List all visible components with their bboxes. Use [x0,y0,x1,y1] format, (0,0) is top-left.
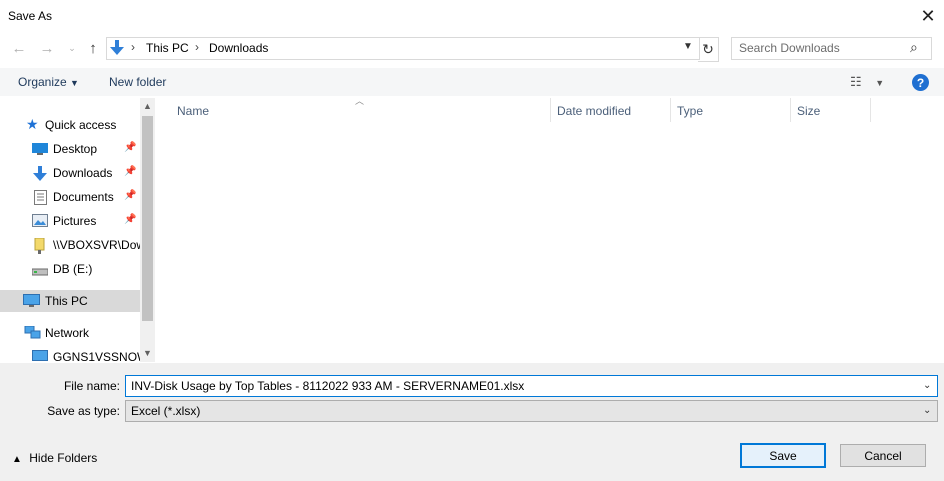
help-button[interactable]: ? [912,74,929,91]
search-placeholder: Search Downloads [739,41,840,55]
downloads-icon [33,166,47,185]
column-header-size[interactable]: Size [797,104,820,118]
nav-label: Desktop [53,142,98,156]
cancel-button[interactable]: Cancel [840,444,926,467]
arrow-right-icon: → [39,39,55,57]
view-options-button[interactable]: ☷ ▼ [850,74,884,90]
nav-this-pc[interactable]: This PC [0,290,140,312]
save-as-type-select[interactable]: Excel (*.xlsx) ⌄ [125,400,938,422]
organize-button[interactable]: Organize ▼ [18,75,79,89]
back-button[interactable]: ← [9,38,29,58]
address-bar[interactable]: › This PC › Downloads ▼ [106,37,700,60]
nav-network[interactable]: Network [0,322,138,344]
window-title: Save As [8,9,53,23]
save-as-type-value: Excel (*.xlsx) [131,404,201,418]
nav-label: Documents [53,190,114,204]
search-icon: ⌕ [910,39,918,55]
file-list[interactable] [157,98,944,362]
pin-icon: 📌 [124,166,137,177]
pictures-icon [32,214,48,230]
caret-down-icon: ▼ [70,78,79,88]
command-bar: Organize ▼ New folder ☷ ▼ [0,68,944,96]
breadcrumb-downloads[interactable]: Downloads [209,41,268,55]
organize-label: Organize [18,75,67,89]
downloads-icon [110,40,124,59]
pin-icon: 📌 [124,190,137,201]
close-button[interactable]: ✕ [916,4,940,28]
breadcrumb-this-pc[interactable]: This PC [146,41,189,55]
column-divider[interactable] [870,98,871,122]
column-header-name[interactable]: Name [177,104,209,118]
nav-item-drive-e[interactable]: DB (E:) [0,258,138,280]
nav-label: DB (E:) [53,262,93,276]
arrow-up-icon: ↑ [89,39,97,57]
file-name-label: File name: [63,379,120,393]
chevron-down-icon: ⌄ [923,405,932,416]
details-view-icon: ☷ [850,74,862,89]
nav-item-network-share[interactable]: \\VBOXSVR\Dow [0,234,145,257]
file-name-input[interactable]: INV-Disk Usage by Top Tables - 8112022 9… [125,375,938,397]
nav-item-pictures[interactable]: Pictures 📌 [0,210,138,232]
chevron-down-icon[interactable]: ⌄ [923,380,931,391]
save-button[interactable]: Save [740,443,826,468]
save-as-type-label: Save as type: [47,404,120,418]
pin-icon: 📌 [124,214,137,225]
nav-label: Network [45,326,90,340]
forward-button[interactable]: → [37,38,57,58]
star-icon: ★ [26,116,39,132]
chevron-up-icon: ▲ [12,454,22,465]
drive-icon [31,265,49,279]
breadcrumb-separator-icon: › [195,40,199,54]
nav-label: GGNS1VSSNOW [53,350,149,362]
nav-label: Quick access [45,118,117,132]
nav-quick-access[interactable]: ★ Quick access [0,114,138,136]
network-icon [24,325,41,343]
arrow-left-icon: ← [11,39,27,57]
column-header-type[interactable]: Type [677,104,703,118]
recent-locations-button[interactable]: ⌄ [62,38,82,58]
desktop-icon [32,142,48,159]
column-divider[interactable] [790,98,791,122]
sort-ascending-icon: ︿ [355,96,365,106]
nav-item-desktop[interactable]: Desktop 📌 [0,138,138,160]
hide-folders-label: Hide Folders [29,451,98,465]
column-header-date-modified[interactable]: Date modified [557,104,631,118]
column-divider[interactable] [670,98,671,122]
hide-folders-button[interactable]: ▲ Hide Folders [12,451,97,465]
nav-label: \\VBOXSVR\Dow [53,238,146,252]
nav-item-downloads[interactable]: Downloads 📌 [0,162,138,184]
column-divider[interactable] [550,98,551,122]
computer-icon [32,350,48,362]
chevron-down-icon: ⌄ [68,42,76,53]
close-icon: ✕ [920,5,936,26]
file-name-value: INV-Disk Usage by Top Tables - 8112022 9… [131,379,525,393]
nav-label: Pictures [53,214,97,228]
computer-icon [23,294,40,311]
new-folder-button[interactable]: New folder [109,75,166,89]
scroll-up-icon[interactable]: ▲ [140,101,155,116]
documents-icon [34,190,47,208]
nav-network-computer[interactable]: GGNS1VSSNOW [0,346,148,362]
navigation-pane: ★ Quick access Desktop 📌 Downloads 📌 Doc… [0,98,156,362]
nav-item-documents[interactable]: Documents 📌 [0,186,138,208]
refresh-icon: ↻ [702,41,714,57]
address-dropdown-icon[interactable]: ▼ [683,41,693,52]
nav-scrollbar-thumb[interactable] [142,116,153,321]
nav-label: This PC [45,294,88,308]
pin-icon: 📌 [124,142,137,153]
help-icon: ? [916,75,925,90]
network-folder-icon [34,237,45,257]
scroll-down-icon[interactable]: ▼ [140,348,155,363]
up-button[interactable]: ↑ [83,38,103,58]
caret-down-icon: ▼ [875,78,885,88]
nav-label: Downloads [53,166,113,180]
title-bar: Save As ✕ [0,0,944,33]
refresh-button[interactable]: ↻ [698,37,719,62]
breadcrumb-separator-icon: › [131,40,135,54]
search-input[interactable]: Search Downloads ⌕ [731,37,932,60]
